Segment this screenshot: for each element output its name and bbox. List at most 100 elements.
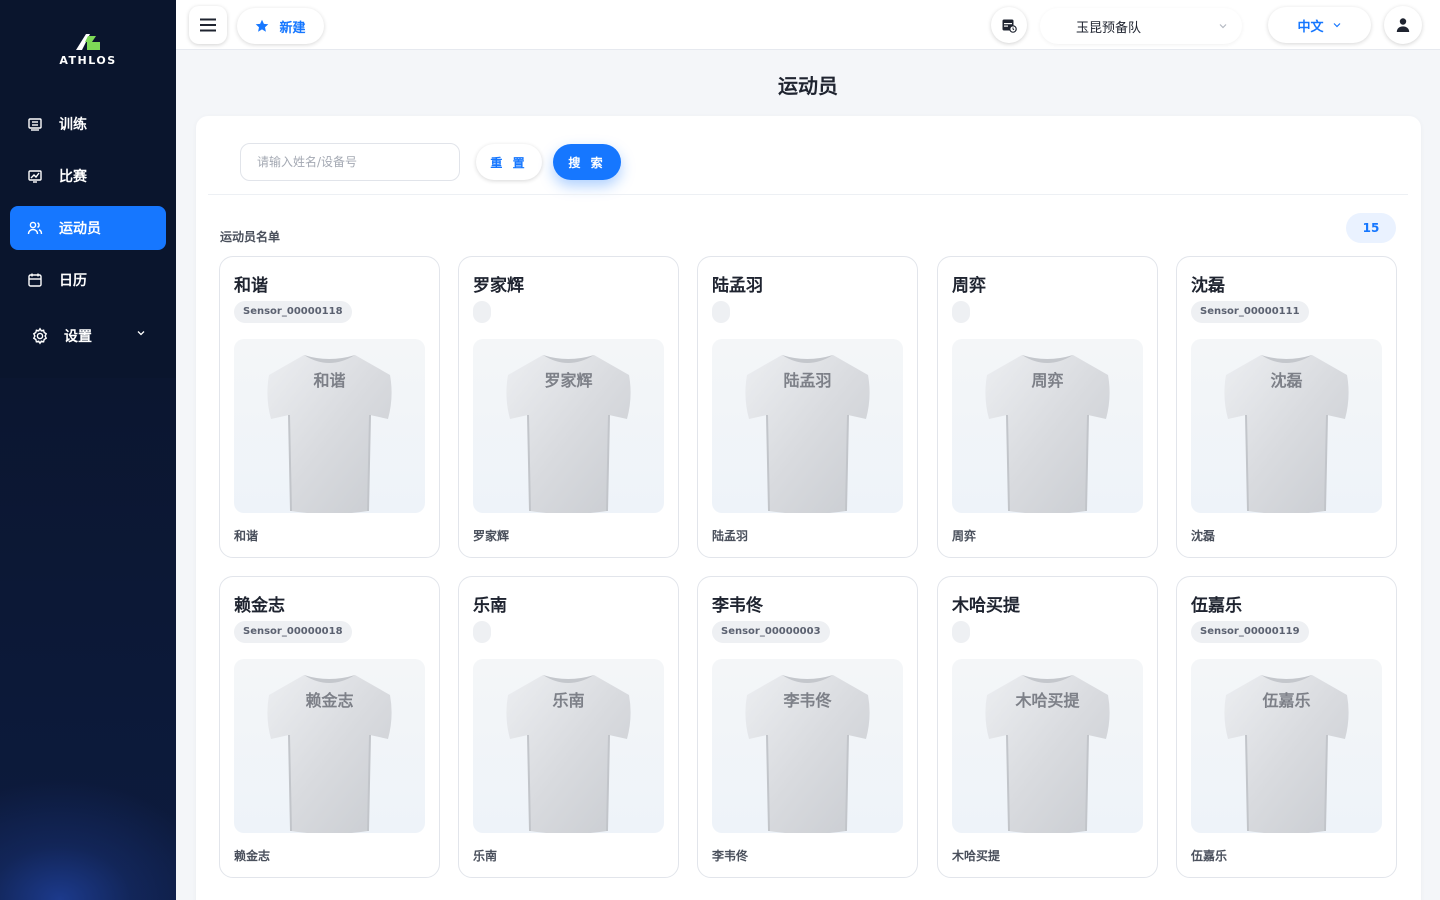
athlete-card[interactable]: 李韦佟 Sensor_00000003 李韦佟 李韦佟	[697, 576, 918, 878]
sensor-badge	[952, 621, 970, 643]
language-select-value: 中文	[1297, 19, 1324, 35]
athlete-name: 周弈	[952, 276, 986, 296]
jersey-image: 陆孟羽	[712, 339, 903, 513]
athlete-name-footer: 周弈	[952, 529, 977, 543]
athlete-name: 李韦佟	[712, 596, 763, 616]
language-select[interactable]: 中文	[1268, 7, 1371, 43]
athlete-card[interactable]: 赖金志 Sensor_00000018 赖金志 赖金志	[219, 576, 440, 878]
user-icon	[1396, 18, 1410, 32]
athlete-name: 乐南	[473, 596, 507, 616]
athlete-name-footer: 罗家辉	[473, 529, 510, 543]
jersey-image: 赖金志	[234, 659, 425, 833]
chevron-down-icon	[1219, 24, 1227, 29]
athlete-name-footer: 伍嘉乐	[1191, 849, 1228, 863]
hamburger-icon	[200, 18, 216, 32]
sidebar-item-athletes[interactable]: 运动员	[10, 206, 166, 250]
jersey-image: 乐南	[473, 659, 664, 833]
jersey-name: 和谐	[313, 371, 346, 390]
calendar-schedule-button[interactable]	[991, 7, 1027, 43]
team-select-value: 玉昆预备队	[1076, 20, 1142, 36]
sidebar-item-label: 设置	[64, 329, 92, 345]
jersey-image: 伍嘉乐	[1191, 659, 1382, 833]
jersey-image: 李韦佟	[712, 659, 903, 833]
search-button[interactable]: 搜 索	[553, 144, 621, 180]
users-icon	[26, 219, 44, 237]
new-button-label: 新建	[279, 20, 306, 36]
athlete-list-label: 运动员名单	[220, 230, 281, 244]
athlete-card[interactable]: 周弈 周弈 周弈	[937, 256, 1158, 558]
athlete-name: 赖金志	[234, 596, 285, 616]
athlete-name-footer: 赖金志	[234, 849, 271, 863]
athlete-name: 沈磊	[1191, 276, 1225, 296]
sensor-badge	[473, 301, 491, 323]
sidebar-item-label: 日历	[59, 273, 87, 289]
athlete-name: 和谐	[234, 276, 268, 296]
jersey-name: 罗家辉	[544, 371, 593, 390]
sidebar-item-match[interactable]: 比赛	[10, 154, 166, 198]
gear-icon	[31, 327, 49, 345]
sensor-badge: Sensor_00000003	[712, 621, 830, 643]
new-button[interactable]: 新建	[237, 8, 324, 44]
athlete-name: 伍嘉乐	[1191, 596, 1242, 616]
athlete-card[interactable]: 木哈买提 木哈买提 木哈买提	[937, 576, 1158, 878]
jersey-name: 乐南	[552, 691, 585, 710]
brand-name: ATHLOS	[59, 54, 117, 67]
divider	[208, 194, 1408, 195]
sensor-badge: Sensor_00000119	[1191, 621, 1309, 643]
jersey-name: 周弈	[1031, 371, 1064, 390]
athlete-card[interactable]: 沈磊 Sensor_00000111 沈磊 沈磊	[1176, 256, 1397, 558]
training-icon	[26, 115, 44, 133]
match-icon	[26, 167, 44, 185]
athlete-name-footer: 木哈买提	[952, 849, 1001, 863]
athlete-count-badge: 15	[1346, 213, 1396, 243]
sidebar-item-settings[interactable]: 设置	[10, 314, 166, 358]
jersey-name: 木哈买提	[1015, 691, 1080, 710]
chevron-down-icon	[137, 331, 145, 336]
sensor-badge	[473, 621, 491, 643]
topbar: 新建 玉昆预备队 中文	[176, 0, 1440, 50]
sidebar-item-training[interactable]: 训练	[10, 102, 166, 146]
jersey-image: 木哈买提	[952, 659, 1143, 833]
sensor-badge	[712, 301, 730, 323]
user-account-button[interactable]	[1384, 6, 1422, 44]
sensor-badge	[952, 301, 970, 323]
jersey-image: 周弈	[952, 339, 1143, 513]
athlete-name: 陆孟羽	[712, 276, 763, 296]
athletes-panel: 重 置 搜 索 运动员名单 15 和谐 Sensor_00000118 和谐	[196, 116, 1421, 900]
sidebar-item-label: 运动员	[59, 221, 101, 237]
reset-button[interactable]: 重 置	[476, 144, 542, 180]
brand-logo[interactable]: ATHLOS	[0, 32, 176, 67]
logo-mark-icon	[76, 34, 100, 50]
athlete-card[interactable]: 和谐 Sensor_00000118 和谐 和谐	[219, 256, 440, 558]
sidebar-item-label: 训练	[59, 117, 87, 133]
sensor-badge: Sensor_00000118	[234, 301, 352, 323]
sidebar: ATHLOS 训练 比赛 运动员 日历 设置	[0, 0, 176, 900]
athlete-name: 罗家辉	[473, 276, 524, 296]
jersey-name: 陆孟羽	[783, 371, 832, 390]
jersey-image: 沈磊	[1191, 339, 1382, 513]
jersey-name: 伍嘉乐	[1262, 691, 1311, 710]
search-input[interactable]	[240, 143, 460, 181]
star-icon	[256, 19, 269, 32]
athlete-card[interactable]: 陆孟羽 陆孟羽 陆孟羽	[697, 256, 918, 558]
athlete-card[interactable]: 伍嘉乐 Sensor_00000119 伍嘉乐 伍嘉乐	[1176, 576, 1397, 878]
chevron-down-icon	[1333, 23, 1340, 28]
jersey-name: 沈磊	[1270, 371, 1303, 390]
page-title: 运动员	[778, 74, 838, 98]
athlete-name-footer: 沈磊	[1191, 529, 1216, 543]
jersey-name: 赖金志	[305, 691, 354, 710]
sensor-badge: Sensor_00000111	[1191, 301, 1309, 323]
sensor-badge: Sensor_00000018	[234, 621, 352, 643]
team-select[interactable]: 玉昆预备队	[1040, 8, 1242, 44]
athlete-name-footer: 乐南	[473, 849, 498, 863]
jersey-image: 罗家辉	[473, 339, 664, 513]
menu-toggle-button[interactable]	[189, 6, 227, 44]
jersey-image: 和谐	[234, 339, 425, 513]
calendar-icon	[26, 271, 44, 289]
athlete-card[interactable]: 乐南 乐南 乐南	[458, 576, 679, 878]
athlete-card[interactable]: 罗家辉 罗家辉 罗家辉	[458, 256, 679, 558]
sidebar-item-calendar[interactable]: 日历	[10, 258, 166, 302]
jersey-name: 李韦佟	[783, 691, 832, 710]
athlete-name-footer: 陆孟羽	[712, 529, 749, 543]
calendar-clock-icon	[1002, 19, 1017, 33]
